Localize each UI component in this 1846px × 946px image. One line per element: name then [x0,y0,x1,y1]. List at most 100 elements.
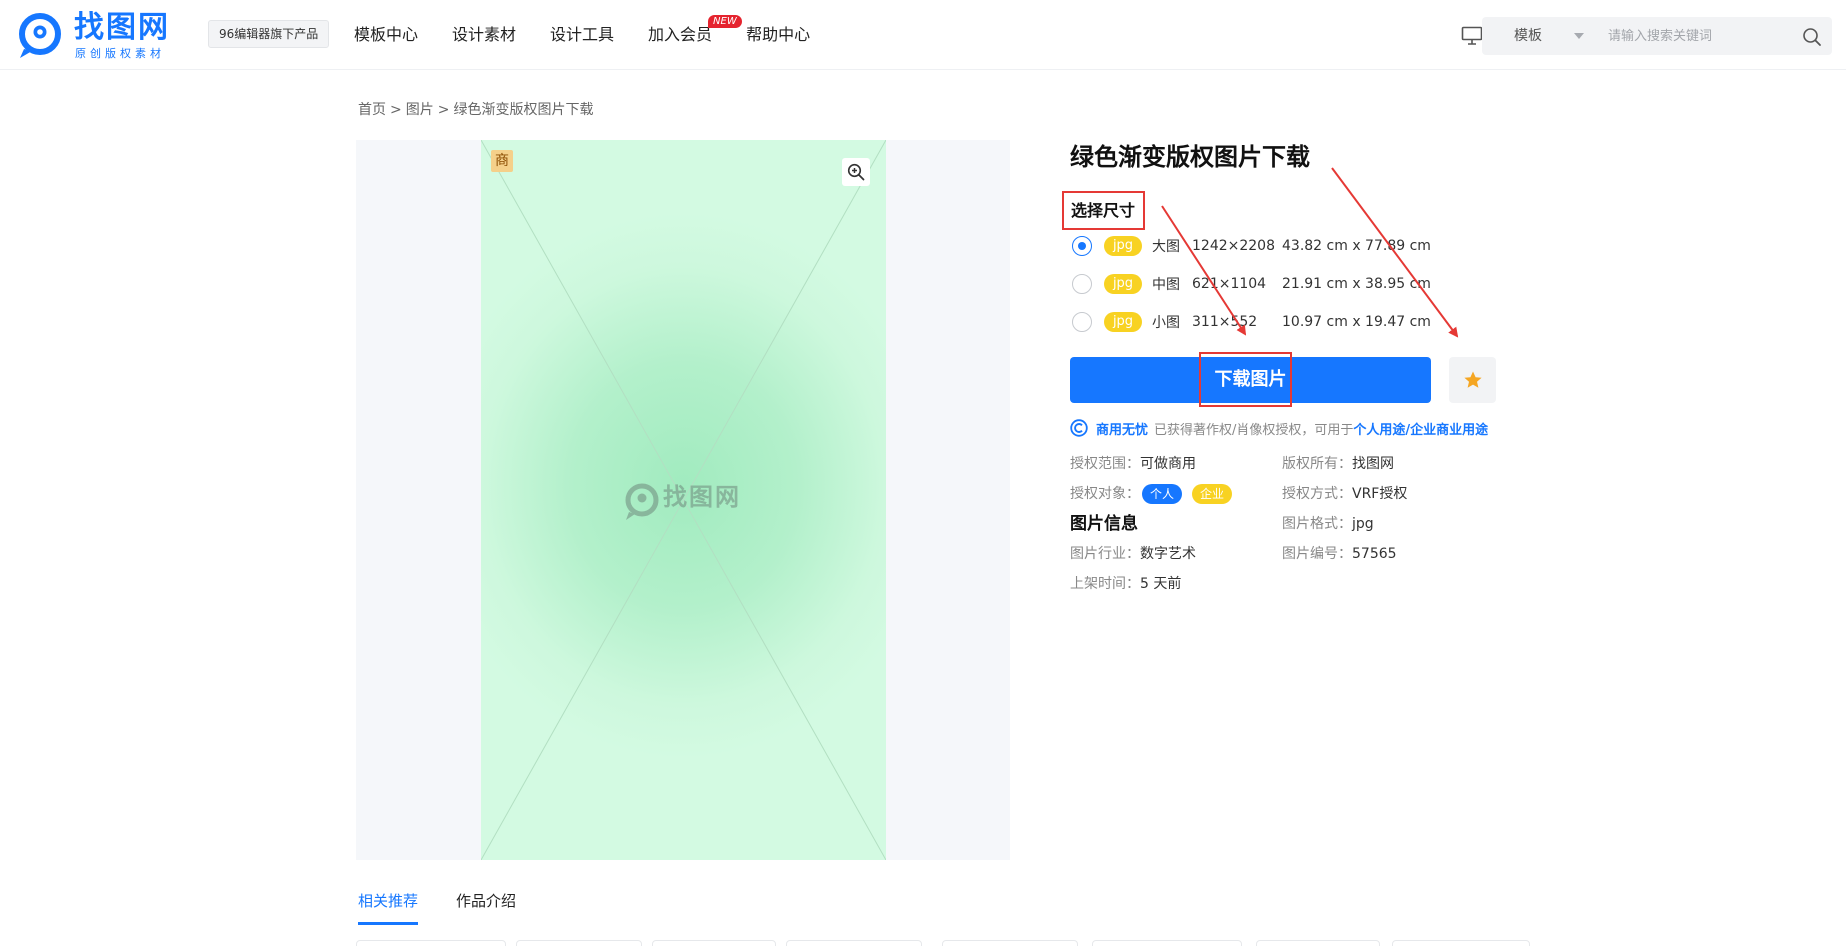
size-pixels: 621×1104 [1192,276,1267,292]
nav-label: 加入会员 [648,25,713,44]
image-industry: 图片行业： 数字艺术 [1070,544,1196,564]
favorite-button[interactable] [1449,357,1496,403]
format-badge: jpg [1104,274,1142,294]
size-cm: 21.91 cm x 38.95 cm [1282,276,1431,292]
top-header: 找图网 原创版权素材 96编辑器旗下产品 模板中心 设计素材 设计工具 加入会员… [0,0,1846,70]
breadcrumb-current: 绿色渐变版权图片下载 [453,102,594,118]
page-title: 绿色渐变版权图片下载 [1070,143,1310,171]
search-input[interactable] [1608,21,1788,51]
image-format: 图片格式： jpg [1282,514,1374,534]
meta-key: 图片行业： [1070,546,1140,562]
nav-label: 设计素材 [452,25,517,44]
meta-key: 上架时间： [1070,576,1140,592]
format-badge: jpg [1104,312,1142,332]
watermark: 找图网 [623,478,748,528]
zoom-button[interactable] [842,158,870,186]
nav-help-center[interactable]: 帮助中心 [746,0,810,70]
nav-join-membership[interactable]: 加入会员 NEW [648,0,742,70]
star-icon [1463,371,1482,388]
license-owner: 版权所有： 找图网 [1282,454,1394,474]
meta-key: 授权范围： [1070,456,1140,472]
download-button[interactable]: 下载图片 [1070,357,1431,403]
thumbnail[interactable] [1392,940,1530,946]
chevron-down-icon[interactable] [1574,33,1584,39]
watermark-text: 找图网 [663,483,741,511]
meta-value: VRF授权 [1352,486,1408,502]
monitor-icon[interactable] [1461,26,1483,46]
copyright-usage-link[interactable]: 个人用途/企业商业用途 [1353,419,1488,438]
thumbnail[interactable] [356,940,506,946]
license-scope: 授权范围： 可做商用 [1070,454,1196,474]
nav-template-center[interactable]: 模板中心 [354,0,418,70]
breadcrumb-separator: > [390,102,402,118]
size-option-medium[interactable]: jpg 中图 621×1104 21.91 cm x 38.95 cm [1072,272,1431,296]
meta-key: 授权方式： [1282,486,1352,502]
search-icon[interactable] [1802,27,1822,47]
format-badge: jpg [1104,236,1142,256]
thumbnail[interactable] [652,940,776,946]
size-radio[interactable] [1072,236,1092,256]
meta-value: 5 天前 [1140,576,1182,592]
thumbnail[interactable] [1092,940,1242,946]
size-option-large[interactable]: jpg 大图 1242×2208 43.82 cm x 77.89 cm [1072,234,1431,258]
brand-badge[interactable]: 96编辑器旗下产品 [208,20,330,48]
meta-value: 可做商用 [1140,456,1196,472]
size-radio[interactable] [1072,274,1092,294]
image-info-title: 图片信息 [1070,514,1138,534]
zoom-in-icon [847,163,865,181]
size-cm: 43.82 cm x 77.89 cm [1282,238,1431,254]
meta-key: 图片编号： [1282,546,1352,562]
preview-image[interactable]: 商 找图网 [481,140,886,860]
search-type-select[interactable]: 模板 [1514,17,1542,55]
meta-value: 找图网 [1352,456,1394,472]
breadcrumb-home[interactable]: 首页 [358,102,386,118]
size-name: 小图 [1152,315,1180,331]
breadcrumb-separator: > [437,102,450,118]
logo-name: 找图网 [74,10,170,45]
license-method: 授权方式： VRF授权 [1282,484,1407,504]
meta-key: 图片格式： [1282,516,1352,532]
meta-key: 版权所有： [1282,456,1352,472]
breadcrumb-images[interactable]: 图片 [406,102,434,118]
size-cm: 10.97 cm x 19.47 cm [1282,314,1431,330]
copyright-icon [1070,419,1088,437]
nav-label: 模板中心 [354,25,419,44]
target-personal-badge: 个人 [1142,484,1183,504]
thumbnail[interactable] [1256,940,1380,946]
thumbnail[interactable] [516,940,642,946]
site-logo[interactable]: 找图网 原创版权素材 [18,11,178,61]
watermark-logo-icon [625,483,659,520]
size-pixels: 1242×2208 [1192,238,1275,254]
meta-key: 授权对象： [1070,486,1140,502]
new-badge: NEW [708,15,742,28]
meta-value: jpg [1352,516,1374,532]
size-name: 中图 [1152,277,1180,293]
target-enterprise-badge: 企业 [1192,484,1233,504]
image-preview: 商 找图网 [356,140,1010,860]
size-option-small[interactable]: jpg 小图 311×552 10.97 cm x 19.47 cm [1072,310,1431,334]
size-heading: 选择尺寸 [1062,191,1145,230]
upload-time: 上架时间： 5 天前 [1070,574,1181,594]
image-id: 图片编号： 57565 [1282,544,1397,564]
tab-related[interactable]: 相关推荐 [358,888,419,925]
meta-value: 数字艺术 [1140,546,1196,562]
meta-value: 57565 [1352,546,1397,562]
logo-subtitle: 原创版权素材 [75,47,165,60]
main-nav: 模板中心 设计素材 设计工具 加入会员 NEW 帮助中心 [354,0,844,70]
size-radio[interactable] [1072,312,1092,332]
thumbnail[interactable] [786,940,922,946]
search-bar: 模板 [1482,17,1832,55]
thumbnail[interactable] [942,940,1078,946]
nav-label: 帮助中心 [746,25,811,44]
copyright-notice: 商用无忧 已获得著作权/肖像权授权，可用于 个人用途/企业商业用途 [1070,418,1488,438]
license-target: 授权对象： 个人 企业 [1070,484,1233,504]
nav-design-tools[interactable]: 设计工具 [550,0,614,70]
size-pixels: 311×552 [1192,314,1258,330]
copyright-strong: 商用无忧 [1096,422,1149,438]
logo-icon [19,13,61,58]
nav-label: 设计工具 [550,25,615,44]
tab-introduction[interactable]: 作品介绍 [456,888,516,924]
breadcrumb: 首页 > 图片 > 绿色渐变版权图片下载 [358,100,593,120]
nav-design-materials[interactable]: 设计素材 [452,0,516,70]
commercial-tag: 商 [491,150,513,172]
